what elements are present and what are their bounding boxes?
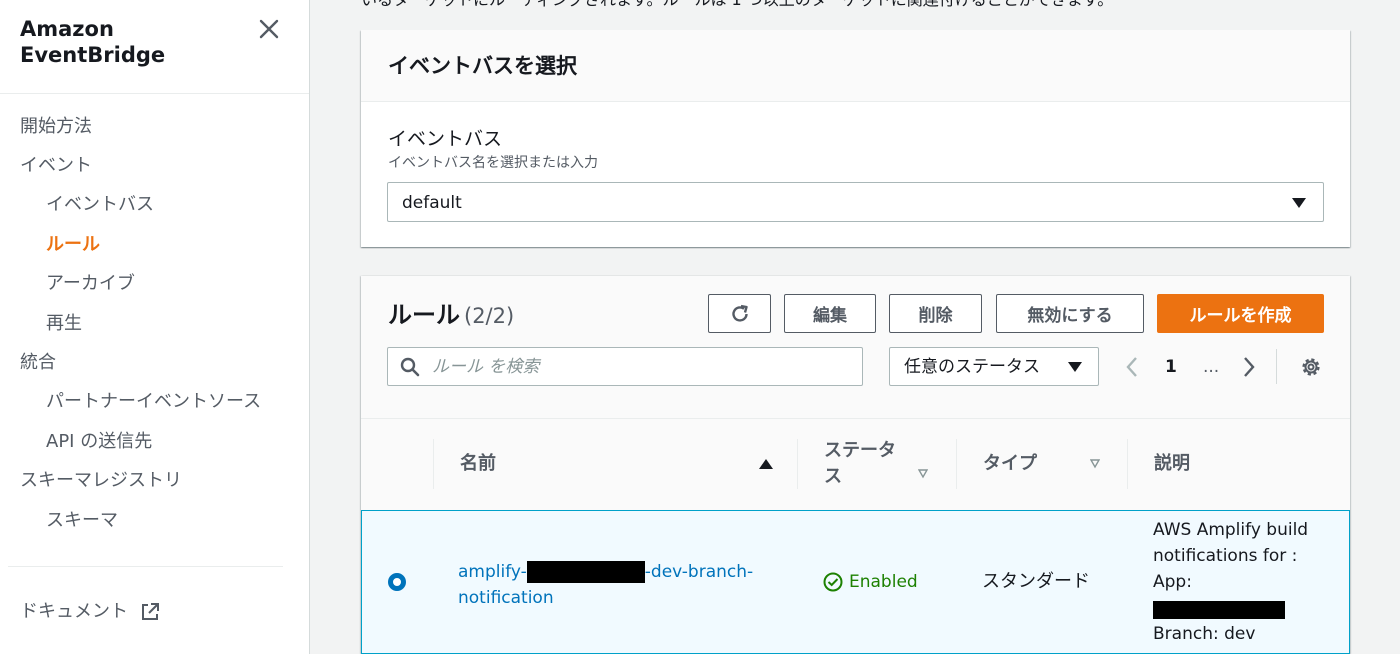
sort-icon[interactable] (1090, 459, 1100, 469)
sidebar-header: Amazon EventBridge (0, 0, 309, 94)
column-header-type[interactable]: タイプ (983, 451, 1037, 477)
column-divider (1127, 439, 1128, 489)
pagination-divider (1276, 349, 1277, 384)
table-row[interactable]: amplify- -dev-branch-notification Enabled… (361, 510, 1350, 654)
sidebar-section-integration: 統合 (20, 352, 56, 373)
event-bus-selected-value: default (402, 193, 462, 213)
event-bus-panel-header: イベントバスを選択 (361, 30, 1350, 102)
row-select-radio[interactable] (388, 573, 406, 591)
rules-panel-header: ルール (2/2) 編集 削除 無効にする ルールを作成 任意のステータス 1 … (361, 276, 1350, 419)
column-header-status[interactable]: ステータス (824, 438, 904, 490)
rules-title: ルール (388, 301, 460, 329)
sidebar-item-schemas[interactable]: スキーマ (46, 509, 118, 533)
side-navigation: Amazon EventBridge 開始方法 イベント イベントバス ルール … (0, 0, 310, 654)
redacted-block (526, 561, 645, 583)
status-filter-value: 任意のステータス (904, 357, 1040, 377)
event-bus-panel: イベントバスを選択 イベントバス イベントバス名を選択または入力 default (361, 30, 1350, 247)
status-badge: Enabled (823, 570, 918, 594)
event-bus-field-description: イベントバス名を選択または入力 (388, 155, 598, 171)
page-number[interactable]: 1 (1165, 356, 1177, 378)
redacted-block (1153, 601, 1285, 619)
sort-icon[interactable] (918, 469, 928, 479)
gear-icon[interactable] (1299, 355, 1323, 379)
rule-name-link[interactable]: amplify- -dev-branch-notification (458, 559, 788, 611)
sidebar-item-getting-started[interactable]: 開始方法 (20, 115, 92, 139)
create-rule-button[interactable]: ルールを作成 (1157, 294, 1324, 333)
rule-type: スタンダード (982, 571, 1090, 592)
column-divider (433, 439, 434, 489)
intro-text: いるターゲットにルーティングされます。ルールは 1 つ以上のターゲットに関連付け… (361, 0, 1113, 10)
refresh-icon (731, 304, 748, 322)
rule-search-input[interactable] (432, 354, 852, 380)
column-header-description: 説明 (1154, 453, 1190, 474)
sidebar-item-api-destinations[interactable]: API の送信先 (46, 430, 152, 454)
table-header-row: 名前 ステータス タイプ 説明 (361, 419, 1350, 510)
column-divider (956, 439, 957, 489)
service-title[interactable]: Amazon EventBridge (20, 16, 220, 68)
caret-down-icon (1068, 362, 1082, 372)
sidebar-item-event-buses[interactable]: イベントバス (46, 193, 154, 217)
rules-count: (2/2) (464, 304, 515, 328)
sidebar-item-archives[interactable]: アーカイブ (46, 272, 135, 296)
sidebar-item-partner-event-sources[interactable]: パートナーイベントソース (46, 390, 261, 414)
documentation-label: ドキュメント (20, 601, 128, 622)
chevron-right-icon[interactable] (1239, 352, 1259, 382)
description-line: App: (1153, 572, 1192, 592)
status-filter-select[interactable]: 任意のステータス (889, 347, 1099, 386)
status-text: Enabled (849, 572, 918, 592)
documentation-link[interactable]: ドキュメント (20, 600, 160, 624)
external-link-icon (142, 603, 159, 620)
rule-name-prefix: amplify- (458, 562, 527, 582)
close-icon[interactable] (256, 16, 282, 42)
chevron-left-icon[interactable] (1122, 352, 1142, 382)
description-line: AWS Amplify build notifications for : (1153, 520, 1309, 566)
refresh-button[interactable] (708, 294, 771, 333)
sidebar-divider (8, 566, 283, 567)
description-line: Branch: dev (1153, 624, 1256, 644)
event-bus-panel-title: イベントバスを選択 (388, 54, 577, 78)
delete-button[interactable]: 削除 (889, 294, 982, 333)
sidebar-section-schema-registry: スキーマレジストリ (20, 470, 182, 491)
sidebar-item-replays[interactable]: 再生 (46, 312, 82, 336)
rule-search (387, 347, 863, 386)
description-line-redacted (1153, 595, 1343, 621)
column-divider (797, 439, 798, 489)
search-icon (400, 357, 420, 377)
sidebar-section-events: イベント (20, 155, 92, 176)
sidebar-item-rules[interactable]: ルール (46, 233, 100, 257)
edit-button[interactable]: 編集 (784, 294, 876, 333)
sort-ascending-icon[interactable] (759, 459, 773, 469)
pagination-ellipsis: ... (1203, 357, 1220, 377)
caret-down-icon (1292, 198, 1306, 208)
event-bus-select[interactable]: default (387, 182, 1324, 222)
column-header-name[interactable]: 名前 (460, 451, 496, 477)
event-bus-field-label: イベントバス (388, 128, 503, 150)
rules-panel: ルール (2/2) 編集 削除 無効にする ルールを作成 任意のステータス 1 … (361, 276, 1350, 654)
disable-button[interactable]: 無効にする (996, 294, 1144, 333)
status-positive-icon (823, 572, 843, 592)
rule-description: AWS Amplify build notifications for : Ap… (1153, 517, 1343, 647)
